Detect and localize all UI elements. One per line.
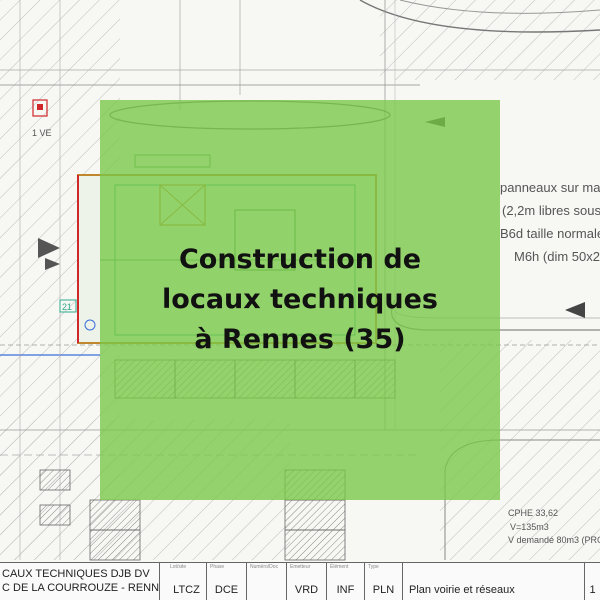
ve-label: 1 VE xyxy=(32,128,52,138)
code-value: VRD xyxy=(294,584,319,596)
title-line-1: Construction de xyxy=(178,244,422,275)
title-line-2: locaux techniques xyxy=(162,284,438,315)
title-overlay: Construction de locaux techniques à Renn… xyxy=(100,100,500,500)
code-header: Numéro/Doc xyxy=(250,564,279,570)
code-header: Élément xyxy=(330,564,349,570)
code-cell: Type PLN xyxy=(365,563,403,600)
marker-21-label: 21 xyxy=(62,302,72,312)
code-value: LTCZ xyxy=(173,584,200,596)
description-cell: Plan voirie et réseaux xyxy=(403,563,585,600)
title-line-3: à Rennes (35) xyxy=(194,324,406,355)
code-header: Lot/site xyxy=(170,564,187,570)
code-value: DCE xyxy=(214,584,239,596)
panneaux-line-2: (2,2m libres sous pann xyxy=(502,203,600,218)
image-stage: 1 VE 21 panneaux sur mat (2,2m libres so… xyxy=(0,0,600,600)
cphe-line-1: CPHE 33,62 xyxy=(508,508,558,518)
project-line-2: C DE LA COURROUZE - RENNES xyxy=(2,582,160,594)
code-header: Phase xyxy=(210,564,225,570)
index-cell: 1 xyxy=(585,563,600,600)
cphe-line-2: V=135m3 xyxy=(510,522,549,532)
code-cell: Élément INF xyxy=(327,563,365,600)
description-value: Plan voirie et réseaux xyxy=(409,584,515,596)
code-header: Emetteur xyxy=(290,564,311,570)
code-cell: Emetteur VRD xyxy=(287,563,327,600)
panneaux-line-1: panneaux sur mat xyxy=(500,180,600,195)
index-value: 1 xyxy=(589,584,596,596)
title-block: CAUX TECHNIQUES DJB DV C DE LA COURROUZE… xyxy=(0,562,600,600)
overlay-title: Construction de locaux techniques à Renn… xyxy=(130,240,470,360)
project-line-1: CAUX TECHNIQUES DJB DV xyxy=(2,568,150,580)
code-cell: Phase DCE xyxy=(207,563,247,600)
code-value: INF xyxy=(336,584,355,596)
code-header: Type xyxy=(368,564,379,570)
project-name: CAUX TECHNIQUES DJB DV C DE LA COURROUZE… xyxy=(0,563,160,600)
code-cell: Lot/site LTCZ xyxy=(167,563,207,600)
panneaux-line-4: M6h (dim 50x2 xyxy=(514,249,600,264)
code-value: PLN xyxy=(372,584,395,596)
cphe-line-3: V demandé 80m3 (PRO xyxy=(508,535,600,545)
panneaux-line-3: B6d taille normale (diam 6 xyxy=(500,226,600,241)
code-cell: Numéro/Doc xyxy=(247,563,287,600)
